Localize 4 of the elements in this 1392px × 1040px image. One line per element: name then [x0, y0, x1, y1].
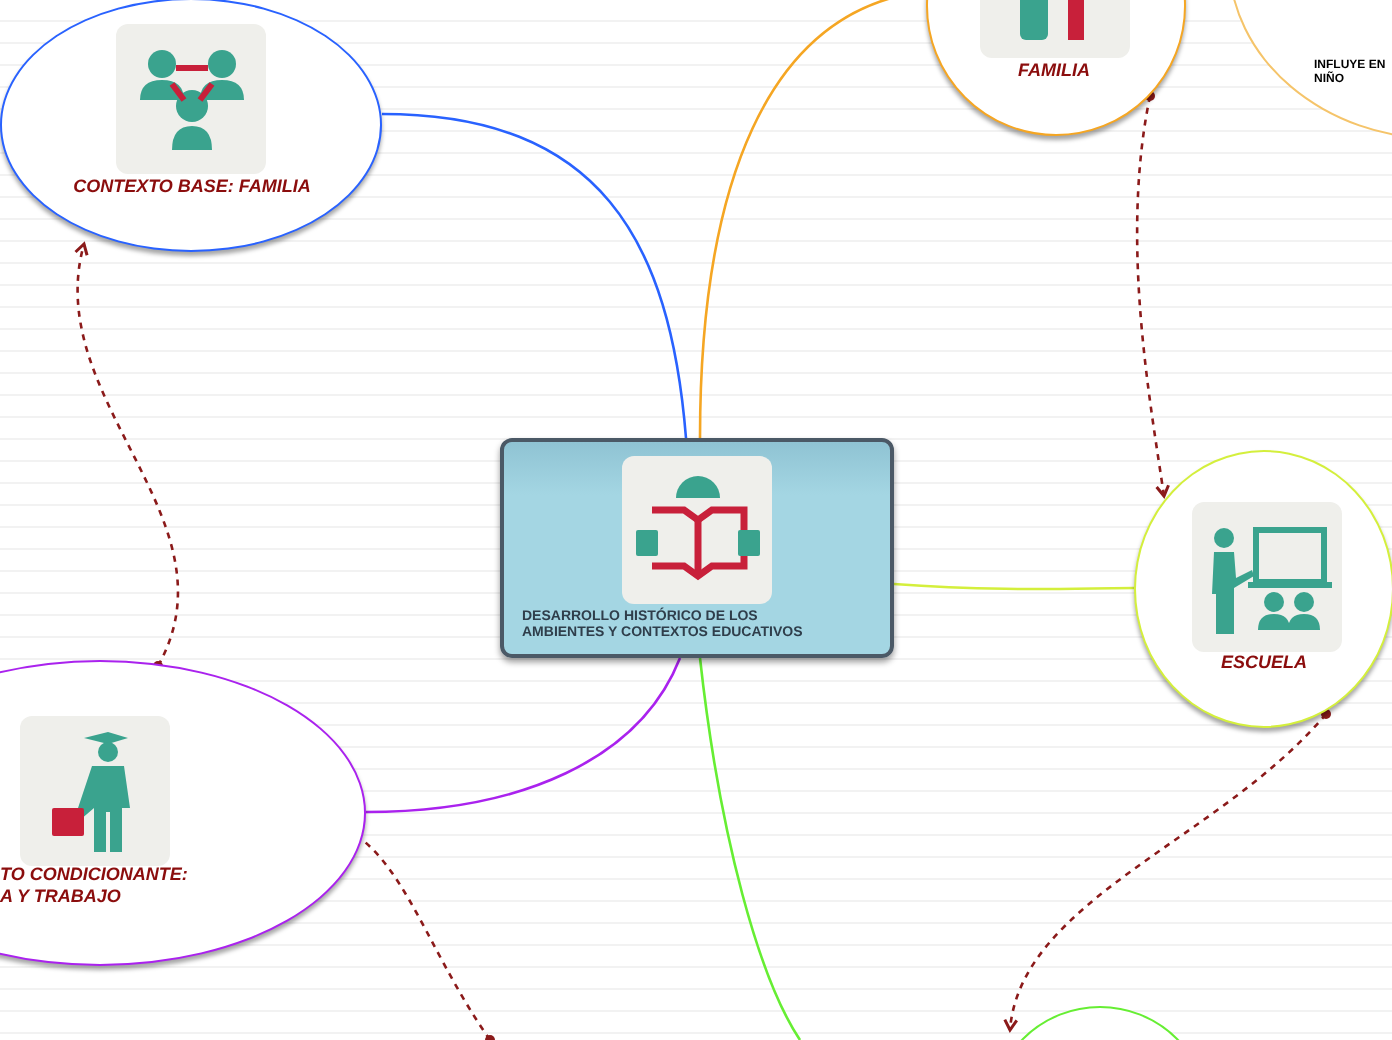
topic-label: FAMILIA [1016, 60, 1092, 82]
topic-label: TO CONDICIONANTE: A Y TRABAJO [0, 864, 190, 908]
topic-label: CONTEXTO BASE: FAMILIA [71, 176, 313, 198]
topic-label: ESCUELA [1218, 652, 1309, 674]
